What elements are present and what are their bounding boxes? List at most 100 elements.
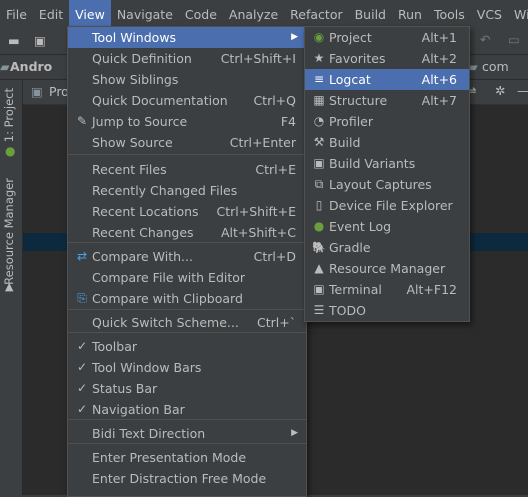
menu-item-quick-definition[interactable]: Quick Definition Ctrl+Shift+I — [68, 48, 306, 69]
menu-item-label: Enter Presentation Mode — [92, 450, 247, 465]
tool-window-layout-captures[interactable]: ⧉ Layout Captures — [305, 174, 469, 195]
gear-icon[interactable]: ✲ — [495, 83, 505, 98]
tool-window-label: Build — [329, 135, 361, 150]
tool-window-label: Event Log — [329, 219, 392, 234]
menu-item-recently-changed-files[interactable]: Recently Changed Files — [68, 180, 306, 201]
tool-window-resource-manager[interactable]: ▲ Resource Manager — [305, 258, 469, 279]
nav-project[interactable]: Andro — [10, 59, 52, 74]
tool-window-shortcut: Alt+F12 — [406, 282, 458, 297]
menu-item-compare-with-clipboard[interactable]: ⎘ Compare with Clipboard — [68, 288, 306, 309]
menu-item-quick-documentation[interactable]: Quick Documentation Ctrl+Q — [68, 90, 306, 111]
tool-window-label: Favorites — [329, 51, 386, 66]
tool-window-structure[interactable]: ▦ Structure Alt+7 — [305, 90, 469, 111]
resource-manager-icon: ▲ — [314, 261, 324, 275]
menu-item-bidi-text-direction[interactable]: Bidi Text Direction ▶ — [68, 423, 306, 444]
menu-item-label: Enter Distraction Free Mode — [92, 471, 267, 486]
menu-item-enter-presentation-mode[interactable]: Enter Presentation Mode — [68, 447, 306, 468]
menu-edit[interactable]: Edit — [33, 0, 69, 30]
menu-vcs[interactable]: VCS — [471, 0, 508, 30]
tool-window-build-variants[interactable]: ▣ Build Variants — [305, 153, 469, 174]
minimize-icon[interactable]: — — [517, 83, 528, 98]
menu-item-compare-file-with-editor[interactable]: Compare File with Editor — [68, 267, 306, 288]
pane-title[interactable]: Pro — [49, 84, 69, 99]
clipboard-icon: ⎘ — [77, 291, 87, 305]
menu-file[interactable]: File — [0, 0, 33, 30]
menu-item-label: Tool Windows — [92, 30, 177, 45]
menu-item-label: Toolbar — [92, 339, 138, 354]
structure-icon: ▦ — [313, 93, 325, 107]
menu-item-quick-switch-scheme[interactable]: Quick Switch Scheme... Ctrl+` — [68, 312, 306, 333]
tool-window-profiler[interactable]: ◔ Profiler — [305, 111, 469, 132]
menu-item-jump-to-source[interactable]: ✎ Jump to Source F4 — [68, 111, 306, 132]
menu-item-tool-windows[interactable]: Tool Windows ▶ — [68, 27, 306, 48]
tool-window-event-log[interactable]: ● Event Log — [305, 216, 469, 237]
tool-window-device-file-explorer[interactable]: ▯ Device File Explorer — [305, 195, 469, 216]
submenu-arrow-icon: ▶ — [291, 428, 298, 438]
tool-windows-submenu: ◉ Project Alt+1 ★ Favorites Alt+2 ≡ Logcat Alt+6… — [304, 26, 470, 322]
menu-window[interactable]: Windo — [508, 0, 528, 30]
folder-icon: ▰ — [0, 59, 10, 74]
tool-window-label: Build Variants — [329, 156, 416, 171]
save-icon[interactable]: ▣ — [34, 33, 46, 48]
menu-item-label: Show Siblings — [92, 72, 179, 87]
menu-item-label: Navigation Bar — [92, 402, 185, 417]
tool-window-shortcut: Alt+1 — [421, 30, 457, 45]
tool-window-label: TODO — [329, 303, 366, 318]
tab-project[interactable]: 1: Project — [2, 88, 16, 142]
open-folder-icon[interactable]: ▬ — [8, 33, 20, 48]
tool-window-label: Gradle — [329, 240, 371, 255]
menu-item-shortcut: Ctrl+Shift+I — [220, 51, 296, 66]
check-icon: ✓ — [76, 402, 88, 416]
tool-window-terminal[interactable]: ▣ Terminal Alt+F12 — [305, 279, 469, 300]
menu-item-show-source[interactable]: Show Source Ctrl+Enter — [68, 132, 306, 153]
menu-item-shortcut: Ctrl+E — [255, 162, 296, 177]
event-log-icon: ● — [313, 219, 325, 233]
tool-window-label: Project — [329, 30, 372, 45]
menu-item-compare-with[interactable]: ⇄ Compare With... Ctrl+D — [68, 246, 306, 267]
tool-window-label: Resource Manager — [329, 261, 446, 276]
list-icon: ☰ — [313, 303, 325, 317]
menu-item-label: Jump to Source — [92, 114, 188, 129]
tool-window-favorites[interactable]: ★ Favorites Alt+2 — [305, 48, 469, 69]
check-icon: ✓ — [76, 381, 88, 395]
tool-window-logcat[interactable]: ≡ Logcat Alt+6 — [305, 69, 469, 90]
tool-window-shortcut: Alt+2 — [421, 51, 457, 66]
menu-item-label: Quick Switch Scheme... — [92, 315, 239, 330]
menu-item-status-bar[interactable]: ✓ Status Bar — [68, 378, 306, 399]
toolbar-more-icon[interactable]: ▭ — [508, 32, 520, 47]
menu-item-enter-distraction-free-mode[interactable]: Enter Distraction Free Mode — [68, 468, 306, 489]
menu-item-label: Compare With... — [92, 249, 193, 264]
undo-icon[interactable]: ↶ — [480, 32, 490, 47]
android-icon: ◉ — [313, 30, 325, 44]
tool-window-label: Structure — [329, 93, 388, 108]
gradle-icon: 🐘 — [312, 241, 326, 254]
menu-item-shortcut: Ctrl+Shift+E — [216, 204, 297, 219]
star-icon: ★ — [313, 51, 325, 65]
menu-item-navigation-bar[interactable]: ✓ Navigation Bar — [68, 399, 306, 420]
menu-item-shortcut: Ctrl+D — [253, 249, 296, 264]
device-icon: ▯ — [315, 198, 323, 212]
menu-item-shortcut: Ctrl+Enter — [229, 135, 296, 150]
menu-item-recent-files[interactable]: Recent Files Ctrl+E — [68, 159, 306, 180]
tool-window-shortcut: Alt+7 — [421, 93, 457, 108]
menu-item-label: Bidi Text Direction — [92, 426, 206, 441]
menu-item-recent-locations[interactable]: Recent Locations Ctrl+Shift+E — [68, 201, 306, 222]
menu-item-toolbar[interactable]: ✓ Toolbar — [68, 336, 306, 357]
menu-item-shortcut: Alt+Shift+C — [220, 225, 296, 240]
tool-window-label: Device File Explorer — [329, 198, 453, 213]
layout-captures-icon: ⧉ — [314, 177, 324, 191]
menu-item-label: Recent Locations — [92, 204, 199, 219]
tool-window-todo[interactable]: ☰ TODO — [305, 300, 469, 321]
tool-window-build[interactable]: ⚒ Build — [305, 132, 469, 153]
left-tool-strip: 1: Project ● Resource Manager ▲ — [0, 80, 23, 495]
tool-window-gradle[interactable]: 🐘 Gradle — [305, 237, 469, 258]
check-icon: ✓ — [76, 360, 88, 374]
tool-window-project[interactable]: ◉ Project Alt+1 — [305, 27, 469, 48]
logcat-icon: ≡ — [313, 72, 325, 86]
menu-item-show-siblings[interactable]: Show Siblings — [68, 69, 306, 90]
nav-package[interactable]: com — [482, 59, 509, 74]
tab-resource-manager[interactable]: Resource Manager — [2, 178, 16, 285]
menu-item-tool-window-bars[interactable]: ✓ Tool Window Bars — [68, 357, 306, 378]
menu-item-recent-changes[interactable]: Recent Changes Alt+Shift+C — [68, 222, 306, 243]
compare-icon: ⇄ — [76, 249, 88, 263]
